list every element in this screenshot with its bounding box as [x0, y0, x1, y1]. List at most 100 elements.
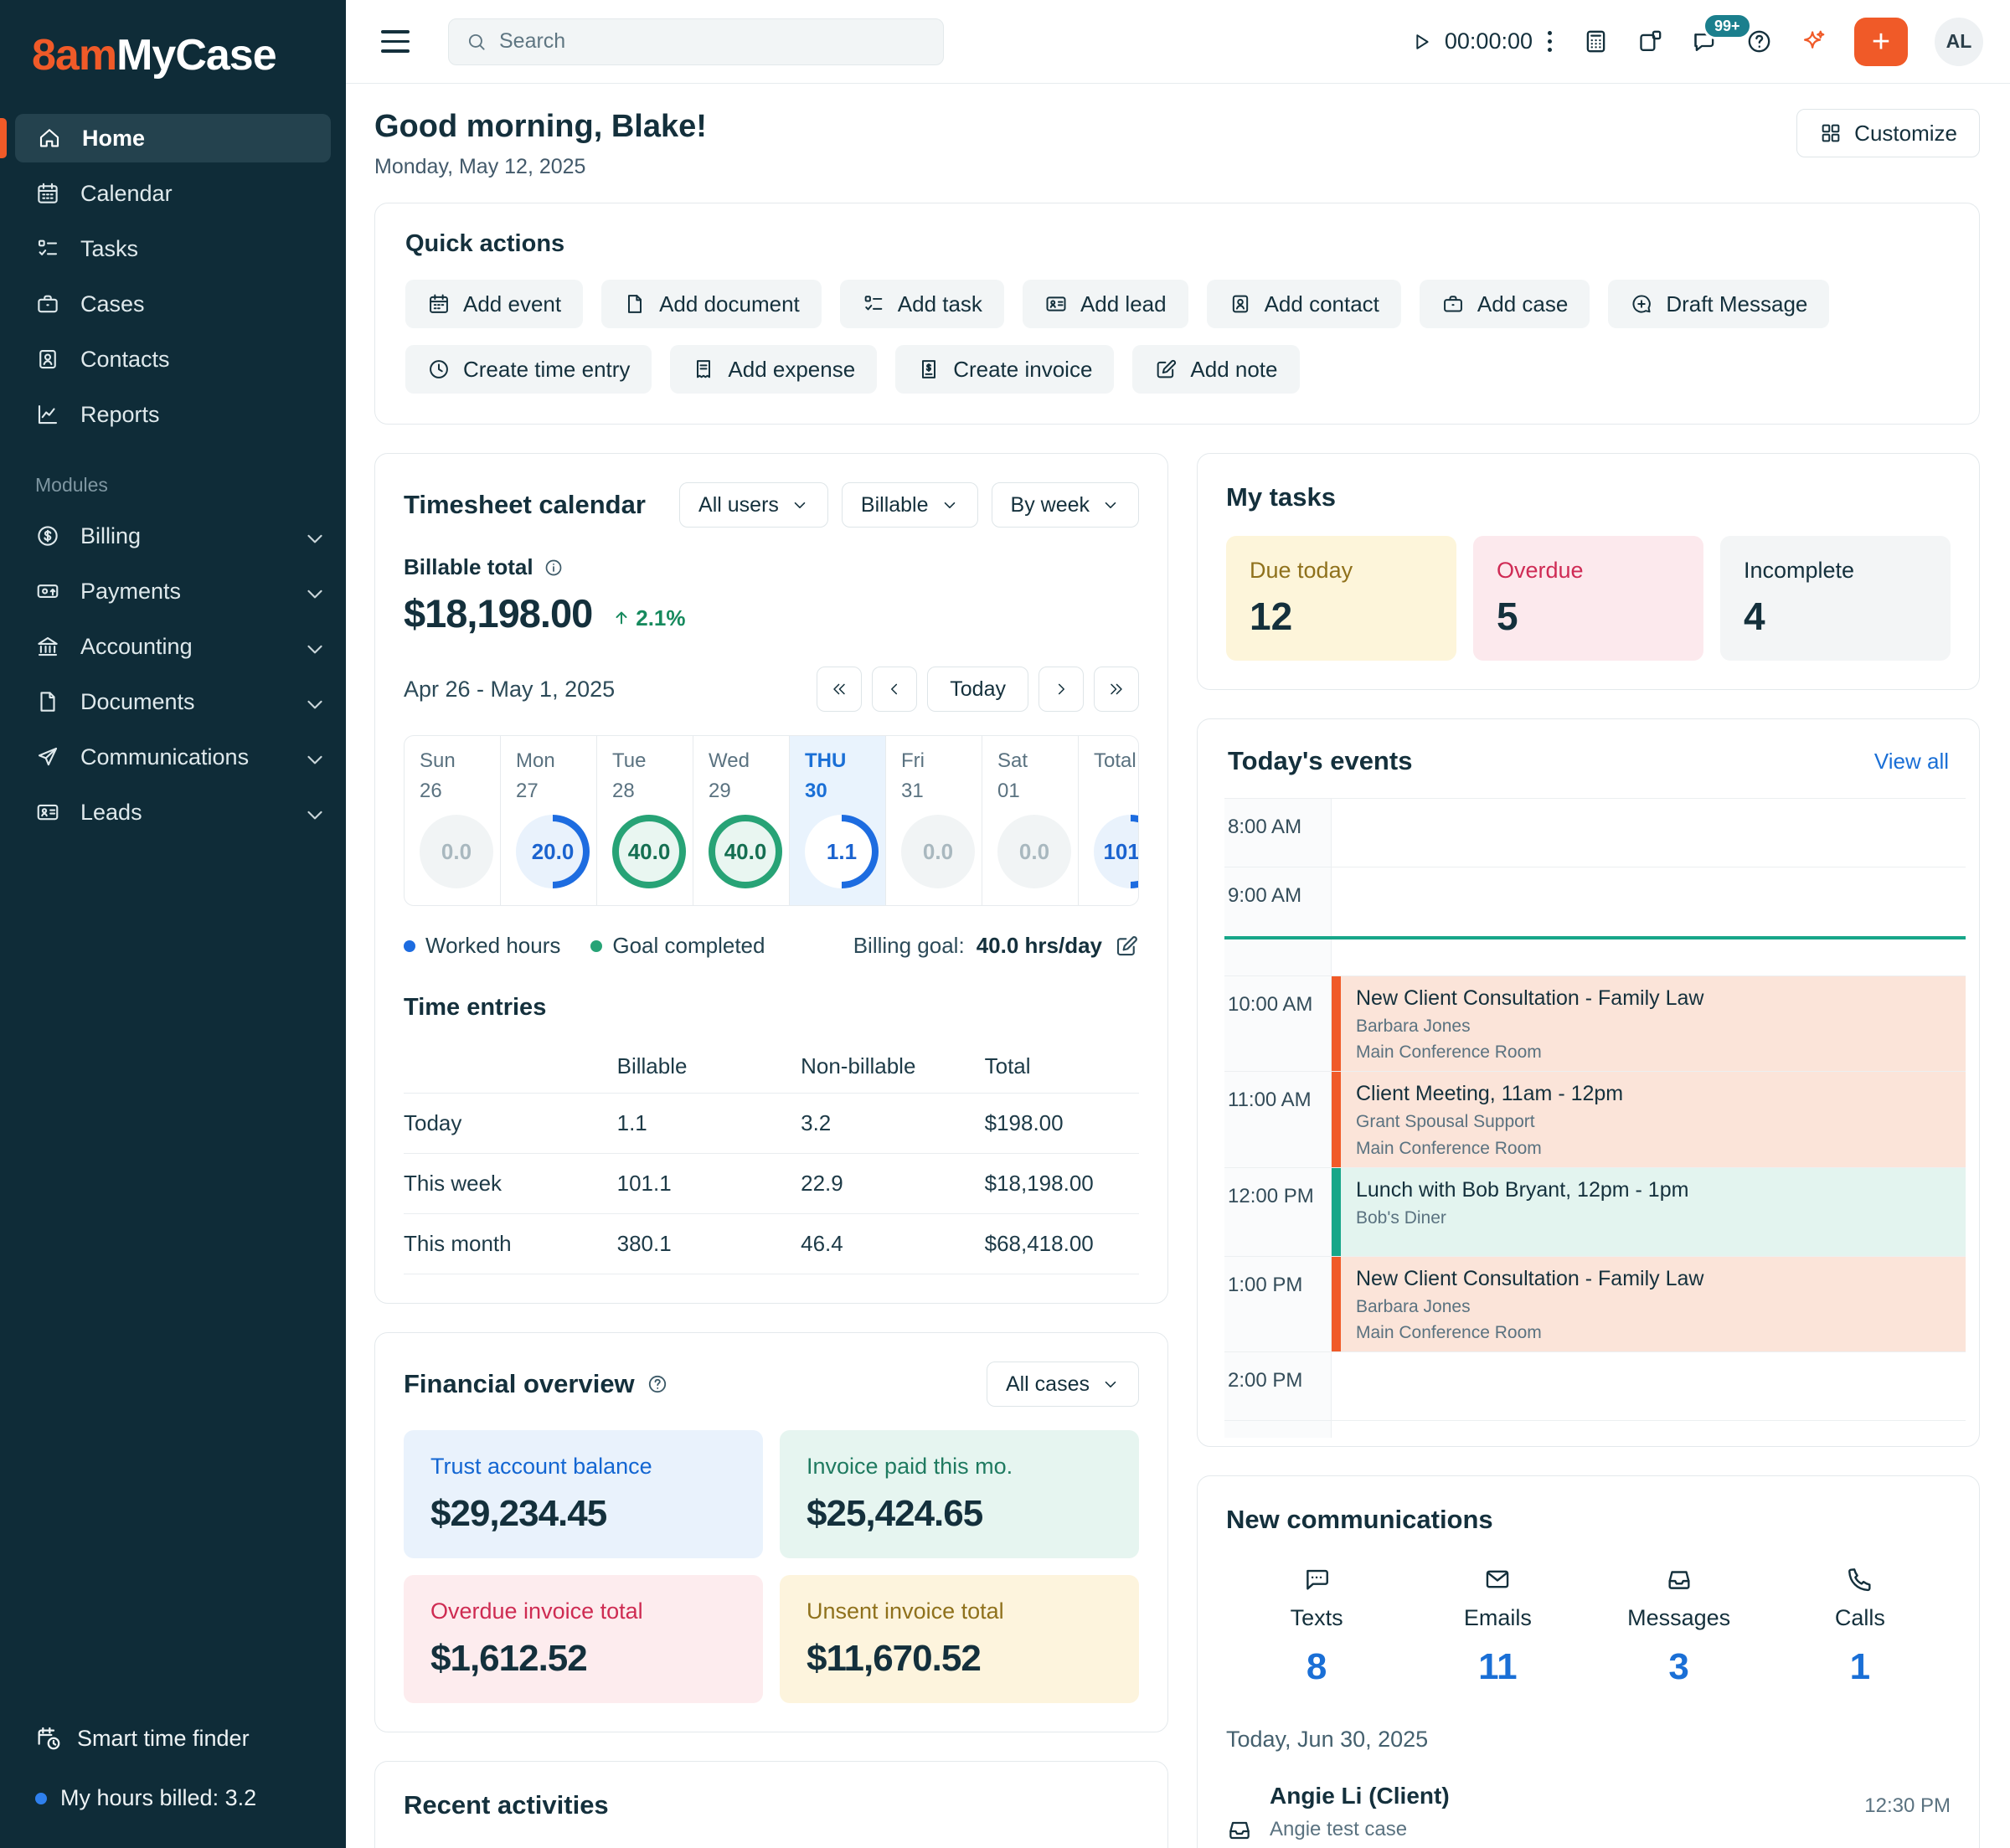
sidebar-footer: Smart time finder My hours billed: 3.2 [0, 1725, 346, 1811]
day-cell-sun[interactable]: Sun 26 0.0 [405, 736, 500, 905]
chevron-down-icon[interactable] [302, 692, 322, 712]
previous-week-button[interactable] [872, 667, 917, 712]
add-task-button[interactable]: Add task [840, 280, 1004, 328]
quick-actions-title: Quick actions [405, 230, 1949, 258]
layout-grid-icon [1636, 28, 1664, 55]
calendar-event[interactable]: New Client Consultation - Family Law Bar… [1332, 1257, 1966, 1351]
sidebar-module-payments[interactable]: Payments [0, 567, 346, 615]
sidebar-module-accounting[interactable]: Accounting [0, 622, 346, 671]
day-cell-thu-today[interactable]: THU 30 1.1 [789, 736, 885, 905]
add-case-button[interactable]: Add case [1420, 280, 1590, 328]
play-icon[interactable] [1410, 30, 1433, 54]
new-communications-card: New communications Texts 8 Emails 11 [1197, 1475, 1980, 1848]
invoice-paid-card[interactable]: Invoice paid this mo. $25,424.65 [780, 1430, 1139, 1558]
help-button[interactable] [1745, 28, 1773, 55]
chat-notifications-button[interactable]: 99+ [1691, 28, 1719, 55]
id-card-icon [35, 800, 60, 825]
timer-widget[interactable]: 00:00:00 [1410, 28, 1555, 55]
add-expense-button[interactable]: Add expense [670, 345, 877, 394]
day-cell-mon[interactable]: Mon 27 20.0 [500, 736, 596, 905]
chevron-down-icon[interactable] [302, 747, 322, 767]
overdue-invoice-card[interactable]: Overdue invoice total $1,612.52 [404, 1575, 763, 1703]
time-entries-title: Time entries [404, 994, 1139, 1022]
emails-stat[interactable]: Emails 11 [1407, 1565, 1588, 1688]
search-input[interactable] [499, 29, 926, 54]
add-lead-button[interactable]: Add lead [1023, 280, 1188, 328]
calendar-event[interactable]: Client Meeting, 11am - 12pm Grant Spousa… [1332, 1072, 1966, 1166]
week-total-ring: 101.1 [1094, 815, 1139, 888]
billable-filter-select[interactable]: Billable [842, 482, 978, 528]
calendar-event[interactable]: New Client Consultation - Family Law Bar… [1332, 976, 1966, 1071]
calculator-button[interactable] [1582, 28, 1610, 55]
phone-icon [1846, 1565, 1874, 1593]
create-invoice-button[interactable]: Create invoice [895, 345, 1114, 394]
day-cell-fri[interactable]: Fri 31 0.0 [885, 736, 982, 905]
view-all-link[interactable]: View all [1874, 749, 1949, 775]
last-week-button[interactable] [1094, 667, 1139, 712]
apps-layout-button[interactable] [1636, 28, 1664, 55]
add-contact-button[interactable]: Add contact [1207, 280, 1401, 328]
create-time-entry-button[interactable]: Create time entry [405, 345, 652, 394]
financial-overview-card: Financial overview All cases Trust accou… [374, 1332, 1168, 1732]
due-today-card[interactable]: Due today 12 [1226, 536, 1456, 661]
chevron-down-icon[interactable] [302, 636, 322, 656]
timesheet-calendar-card: Timesheet calendar All users Billable By… [374, 453, 1168, 1304]
sidebar-item-label: Contacts [80, 347, 170, 373]
draft-message-button[interactable]: Draft Message [1608, 280, 1829, 328]
kebab-menu-icon[interactable] [1544, 28, 1555, 55]
app-logo[interactable]: 8amMyCase [0, 25, 346, 114]
day-cell-wed[interactable]: Wed 29 40.0 [693, 736, 789, 905]
hours-billed-status[interactable]: My hours billed: 3.2 [35, 1785, 311, 1811]
edit-icon[interactable] [1114, 934, 1139, 959]
texts-stat[interactable]: Texts 8 [1226, 1565, 1407, 1688]
customize-button[interactable]: Customize [1796, 109, 1980, 157]
cases-filter-select[interactable]: All cases [987, 1362, 1139, 1407]
smart-time-finder-button[interactable]: Smart time finder [35, 1725, 311, 1752]
unsent-invoice-card[interactable]: Unsent invoice total $11,670.52 [780, 1575, 1139, 1703]
users-filter-select[interactable]: All users [679, 482, 828, 528]
add-note-button[interactable]: Add note [1132, 345, 1299, 394]
help-circle-icon[interactable] [647, 1373, 668, 1395]
avatar[interactable]: AL [1935, 18, 1983, 66]
sidebar-item-tasks[interactable]: Tasks [0, 224, 346, 273]
sidebar-module-leads[interactable]: Leads [0, 788, 346, 836]
info-icon[interactable] [544, 558, 564, 578]
messages-stat[interactable]: Messages 3 [1589, 1565, 1770, 1688]
trust-account-balance-card[interactable]: Trust account balance $29,234.45 [404, 1430, 763, 1558]
hamburger-menu-icon[interactable] [381, 30, 410, 53]
today-button[interactable]: Today [927, 667, 1028, 712]
financial-grid: Trust account balance $29,234.45 Invoice… [404, 1430, 1139, 1703]
top-bar: 00:00:00 99+ + AL [346, 0, 2010, 84]
sidebar-item-label: Leads [80, 800, 142, 826]
sidebar-item-label: Payments [80, 579, 181, 605]
add-document-button[interactable]: Add document [601, 280, 822, 328]
sidebar-module-documents[interactable]: Documents [0, 677, 346, 726]
communication-entry[interactable]: Angie Li (Client) Angie test case 12:30 … [1226, 1783, 1951, 1848]
sidebar-item-contacts[interactable]: Contacts [0, 335, 346, 383]
overdue-card[interactable]: Overdue 5 [1473, 536, 1703, 661]
add-new-button[interactable]: + [1854, 18, 1908, 66]
calendar-event[interactable]: Lunch with Bob Bryant, 12pm - 1pm Bob's … [1332, 1168, 1966, 1256]
help-circle-icon [1745, 28, 1773, 55]
sidebar-item-calendar[interactable]: Calendar [0, 169, 346, 218]
incomplete-card[interactable]: Incomplete 4 [1720, 536, 1951, 661]
chevron-down-icon[interactable] [302, 581, 322, 601]
bank-icon [35, 634, 60, 659]
next-week-button[interactable] [1038, 667, 1084, 712]
sidebar-item-reports[interactable]: Reports [0, 390, 346, 439]
chevron-down-icon[interactable] [302, 526, 322, 546]
sidebar-module-billing[interactable]: Billing [0, 512, 346, 560]
day-cell-sat[interactable]: Sat 01 0.0 [982, 736, 1078, 905]
billable-total-value: $18,198.00 [404, 590, 592, 636]
sidebar-module-communications[interactable]: Communications [0, 733, 346, 781]
sidebar-item-label: Tasks [80, 236, 138, 262]
chevron-down-icon[interactable] [302, 802, 322, 822]
ai-assistant-button[interactable] [1800, 28, 1827, 55]
add-event-button[interactable]: Add event [405, 280, 583, 328]
sidebar-item-cases[interactable]: Cases [0, 280, 346, 328]
day-cell-tue[interactable]: Tue 28 40.0 [596, 736, 693, 905]
first-week-button[interactable] [817, 667, 862, 712]
calls-stat[interactable]: Calls 1 [1770, 1565, 1951, 1688]
sidebar-item-home[interactable]: Home [15, 114, 331, 162]
period-filter-select[interactable]: By week [992, 482, 1139, 528]
